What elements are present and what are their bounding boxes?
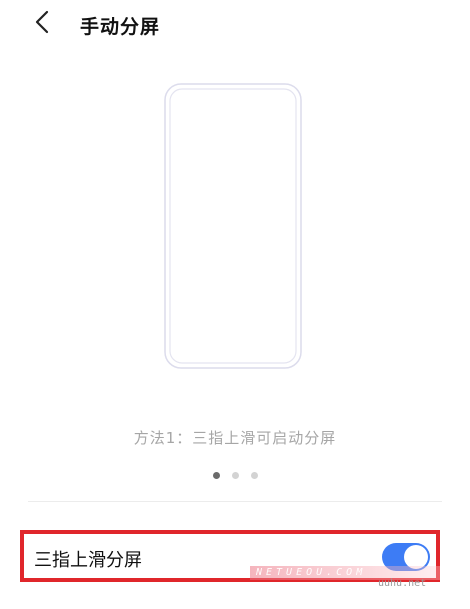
watermark-small: uuhu.net [378, 578, 427, 589]
carousel-dot-2[interactable] [231, 472, 239, 479]
phone-illustration [164, 83, 302, 369]
top-bar: 手动分屏 [0, 0, 470, 50]
carousel-dot-1[interactable] [212, 472, 220, 479]
page-title: 手动分屏 [80, 16, 161, 38]
carousel-dot-3[interactable] [250, 472, 258, 479]
carousel-indicator [0, 472, 470, 479]
divider [28, 501, 442, 502]
back-button[interactable] [26, 8, 58, 40]
method-caption: 方法1：三指上滑可启动分屏 [133, 429, 337, 447]
chevron-left-icon [35, 10, 49, 38]
setting-label: 三指上滑分屏 [34, 550, 142, 571]
